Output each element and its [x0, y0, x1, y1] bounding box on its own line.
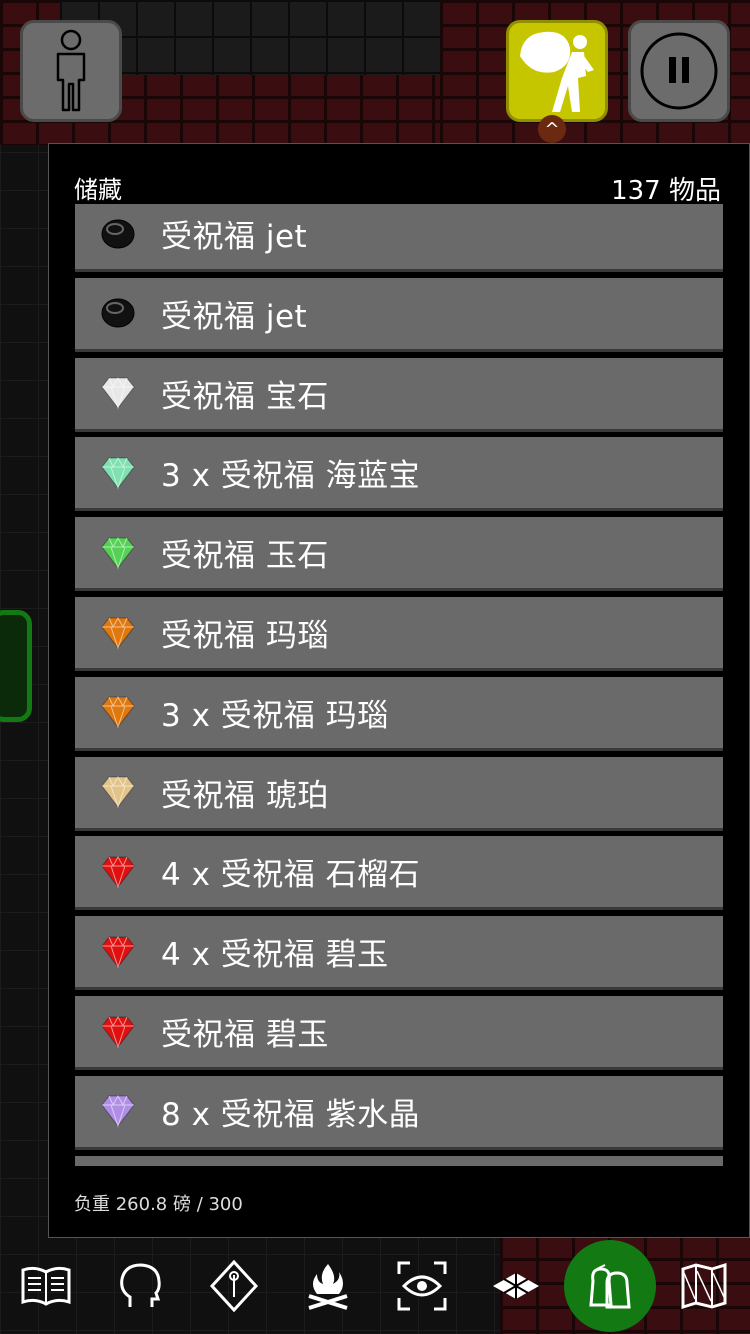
item-icon — [75, 294, 161, 332]
item-icon — [75, 773, 161, 811]
item-icon — [75, 534, 161, 572]
gem-icon — [101, 935, 135, 969]
inventory-bags-icon — [589, 1264, 631, 1309]
bottom-toolbar — [0, 1240, 750, 1334]
skill-diamond-icon — [209, 1259, 259, 1313]
character-button[interactable] — [20, 20, 122, 122]
item-icon — [75, 1092, 161, 1130]
carry-weight: 负重 260.8 磅 / 300 — [74, 1194, 243, 1215]
inventory-item-row[interactable]: 8 x 受祝福 紫水晶 — [75, 1075, 723, 1150]
item-label: 受祝福 碧玉 — [161, 1017, 329, 1053]
item-icon — [75, 693, 161, 731]
inventory-item-row[interactable]: 4 x 受祝福 碧玉 — [75, 916, 723, 991]
carry-sack-icon — [520, 31, 594, 112]
gem-icon — [101, 536, 135, 570]
inventory-item-row[interactable]: 3 x 受祝福 海蓝宝 — [75, 437, 723, 512]
item-label: 3 x 受祝福 玛瑙 — [161, 697, 389, 734]
panel-title: 储藏 — [74, 176, 122, 204]
gem-icon — [101, 1095, 135, 1128]
inventory-item-row[interactable]: 4 x 受祝福 石榴石 — [75, 836, 723, 911]
item-count: 137 物品 — [611, 176, 721, 206]
campfire-icon — [308, 1264, 348, 1310]
tiles-icon — [493, 1273, 539, 1299]
item-label: 受祝福 玉石 — [161, 538, 329, 575]
gem-icon — [101, 776, 135, 809]
item-icon — [75, 215, 161, 253]
item-icon — [75, 374, 161, 412]
inventory-item-row[interactable]: 受祝福 jet — [75, 204, 723, 272]
gem-icon — [101, 616, 135, 650]
item-label: 受祝福 琥珀 — [161, 777, 329, 814]
inventory-item-row[interactable]: 受祝福 jet — [75, 277, 723, 352]
item-icon — [75, 454, 161, 492]
item-label: 受祝福 jet — [161, 298, 308, 335]
item-icon — [75, 853, 161, 891]
head-profile-icon — [120, 1263, 161, 1307]
item-label: 4 x 受祝福 碧玉 — [161, 937, 389, 974]
map-icon — [681, 1263, 727, 1309]
person-icon — [56, 29, 86, 112]
gem-icon — [101, 855, 135, 889]
inventory-item-row[interactable]: 受祝福 琥珀 — [75, 756, 723, 831]
gem-icon — [101, 377, 135, 410]
item-icon — [75, 614, 161, 652]
jet-stone-icon — [101, 219, 135, 248]
item-label: 受祝福 jet — [161, 219, 308, 255]
map-marker: ^ — [538, 115, 566, 143]
look-button[interactable] — [376, 1240, 468, 1332]
item-icon — [75, 933, 161, 971]
inventory-item-row[interactable]: 受祝福 宝石 — [75, 357, 723, 432]
pause-button[interactable] — [628, 20, 730, 122]
terrain-button[interactable] — [470, 1240, 562, 1332]
rest-button[interactable] — [282, 1240, 374, 1332]
item-label: 受祝福 宝石 — [161, 378, 329, 415]
inventory-item-row-partial[interactable] — [75, 1155, 723, 1166]
inventory-item-row[interactable]: 3 x 受祝福 玛瑙 — [75, 676, 723, 751]
inventory-button[interactable] — [506, 20, 608, 122]
item-label: 3 x 受祝福 海蓝宝 — [161, 458, 421, 495]
side-door-marker — [0, 610, 32, 722]
spellbook-icon — [21, 1266, 71, 1306]
inventory-item-row[interactable]: 受祝福 玉石 — [75, 517, 723, 592]
item-list[interactable]: 受祝福 jet 受祝福 jet 受祝福 宝石 3 x 受祝福 海蓝宝 受祝福 玉石 受祝福… — [75, 204, 723, 1166]
item-label: 8 x 受祝福 紫水晶 — [161, 1096, 421, 1133]
skills-button[interactable] — [188, 1240, 280, 1332]
jet-stone-icon — [101, 298, 135, 328]
inventory-tab-button[interactable] — [564, 1240, 656, 1332]
item-label: 4 x 受祝福 石榴石 — [161, 857, 421, 894]
map-button[interactable] — [658, 1240, 750, 1332]
look-eye-icon — [397, 1261, 447, 1311]
inventory-panel: 储藏 137 物品 受祝福 jet 受祝福 jet 受祝福 宝石 3 x 受祝福 海蓝… — [48, 143, 750, 1238]
inventory-item-row[interactable]: 受祝福 碧玉 — [75, 996, 723, 1070]
spellbook-button[interactable] — [0, 1240, 92, 1332]
gem-icon — [101, 1015, 135, 1049]
gem-icon — [101, 696, 135, 729]
item-label: 受祝福 玛瑙 — [161, 618, 329, 654]
gem-icon — [101, 456, 135, 490]
abilities-button[interactable] — [94, 1240, 186, 1332]
inventory-item-row[interactable]: 受祝福 玛瑙 — [75, 597, 723, 671]
pause-icon — [640, 32, 718, 110]
item-icon — [75, 1013, 161, 1051]
